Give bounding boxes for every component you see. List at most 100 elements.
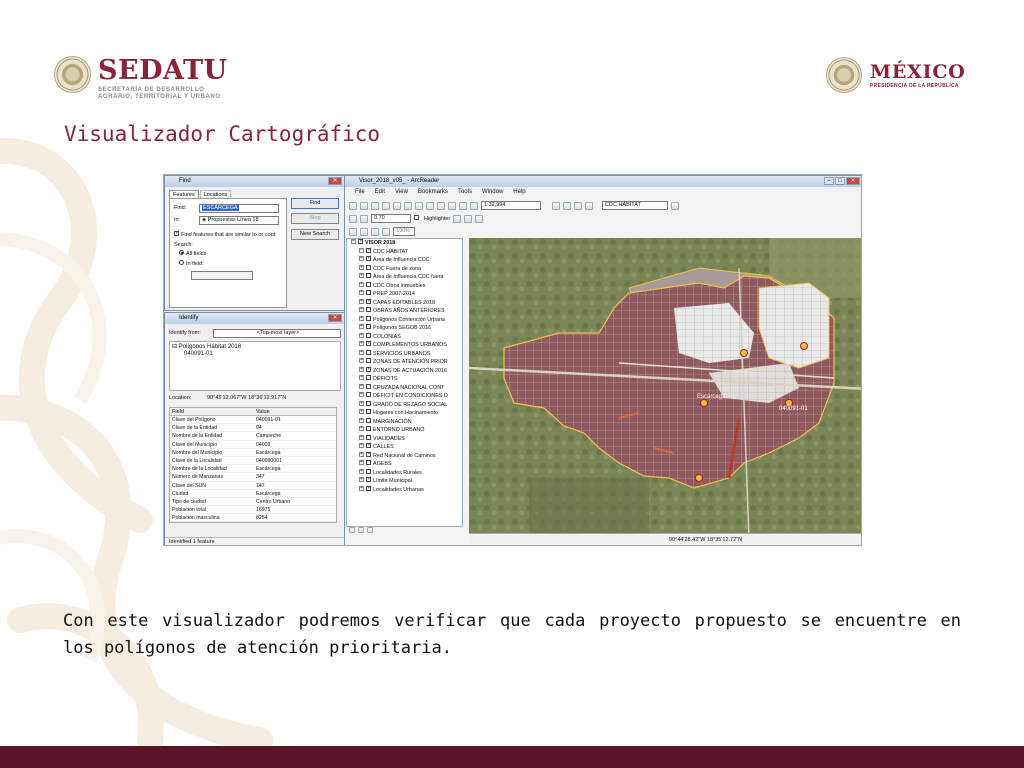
pen-icon[interactable] bbox=[349, 214, 357, 223]
layer-visibility-checkbox[interactable] bbox=[366, 417, 371, 423]
layer-visibility-checkbox[interactable] bbox=[366, 450, 372, 458]
menu-window[interactable]: Window bbox=[482, 187, 503, 198]
line-color-icon[interactable] bbox=[360, 214, 368, 223]
open-icon[interactable] bbox=[349, 201, 357, 210]
find-icon[interactable] bbox=[563, 201, 571, 210]
toc-layer-item[interactable]: + PREP 2007-2014 bbox=[347, 290, 462, 299]
page-zoom-in-icon[interactable] bbox=[349, 227, 357, 236]
layer-visibility-checkbox[interactable] bbox=[358, 239, 364, 246]
layer-visibility-checkbox[interactable] bbox=[366, 307, 371, 313]
expand-icon[interactable]: + bbox=[359, 315, 364, 321]
layer-visibility-checkbox[interactable] bbox=[366, 441, 372, 450]
table-row[interactable]: Clave del Polígono 040091-01 bbox=[170, 416, 336, 425]
toc-layer-item[interactable]: + OBRAS AÑOS ANTERIORES bbox=[347, 307, 462, 316]
table-row[interactable]: Población total 16975 bbox=[170, 506, 336, 515]
zoom-percent-select[interactable]: 100% bbox=[393, 227, 415, 236]
toc-layer-item[interactable]: + COMPLEMENTOS URBANOS bbox=[347, 339, 462, 350]
expand-icon[interactable]: + bbox=[359, 307, 364, 313]
toc-layer-item[interactable]: + ZONAS DE ACTUACIÓN 2016 bbox=[347, 365, 462, 376]
toc-layer-item[interactable]: + CDC Fuera de zona bbox=[347, 264, 462, 274]
toc-layer-item[interactable]: + Polígonos SEGOB 2016 bbox=[347, 324, 462, 333]
table-row[interactable]: Clave del Municipio 04009 bbox=[170, 441, 336, 449]
erase-icon[interactable] bbox=[453, 214, 462, 223]
map-view[interactable]: Escárcega 040091-01 bbox=[469, 238, 861, 533]
toc-layer-item[interactable]: + CALLES bbox=[347, 441, 462, 452]
table-row[interactable]: Tipo de ciudad Centro Urbano bbox=[170, 498, 336, 507]
layer-visibility-checkbox[interactable] bbox=[366, 254, 372, 263]
layer-visibility-checkbox[interactable] bbox=[366, 468, 371, 474]
menu-tools[interactable]: Tools bbox=[458, 187, 472, 198]
print-icon[interactable] bbox=[360, 201, 368, 210]
toc-layer-item[interactable]: −VISOR 2018 bbox=[347, 239, 462, 248]
expand-icon[interactable]: + bbox=[359, 460, 364, 466]
toc-layer-item[interactable]: + AGEBS bbox=[347, 460, 462, 469]
in-select[interactable]: ◈ Propuestas Línea 18 bbox=[199, 216, 279, 225]
toc-layer-item[interactable]: + DÉFICITS bbox=[347, 375, 462, 384]
expand-icon[interactable]: + bbox=[359, 332, 364, 338]
layer-visibility-checkbox[interactable] bbox=[366, 264, 371, 270]
expand-icon[interactable]: + bbox=[359, 434, 364, 440]
layer-visibility-checkbox[interactable] bbox=[366, 281, 371, 287]
layer-visibility-checkbox[interactable] bbox=[366, 297, 372, 305]
expand-icon[interactable]: + bbox=[359, 298, 364, 304]
toc-layer-item[interactable]: + Red Nacional de Caminos bbox=[347, 450, 462, 461]
expand-icon[interactable]: + bbox=[359, 290, 364, 296]
layer-visibility-checkbox[interactable] bbox=[366, 349, 371, 355]
toc-layer-item[interactable]: + SERVICIOS URBANOS bbox=[347, 349, 462, 359]
toc-layer-item[interactable]: + CAPAS EDITABLES 2018 bbox=[347, 297, 462, 308]
expand-icon[interactable]: + bbox=[359, 426, 364, 432]
toc-layer-item[interactable]: + Polígonos Contención Urbana bbox=[347, 315, 462, 325]
layer-visibility-checkbox[interactable] bbox=[366, 434, 371, 440]
forward-extent-icon[interactable] bbox=[470, 201, 478, 210]
layer-tool-icon[interactable] bbox=[671, 201, 679, 210]
expand-icon[interactable]: + bbox=[359, 324, 364, 330]
layer-visibility-checkbox[interactable] bbox=[366, 409, 371, 415]
table-row[interactable]: Clave del SUN 147 bbox=[170, 482, 336, 490]
layer-visibility-checkbox[interactable] bbox=[366, 358, 371, 364]
identify-icon[interactable] bbox=[552, 201, 560, 210]
expand-icon[interactable]: + bbox=[359, 485, 364, 491]
identify-close-icon[interactable]: ✕ bbox=[328, 314, 342, 322]
pan-icon[interactable] bbox=[437, 201, 445, 210]
table-row[interactable]: Ciudad Escárcega bbox=[170, 490, 336, 498]
tree-parent[interactable]: ⊟ Polígonos Hábitat 2018 bbox=[170, 342, 340, 351]
identify-from-select[interactable]: <Top-most layer> bbox=[213, 329, 341, 338]
expand-icon[interactable]: + bbox=[359, 375, 364, 381]
layer-visibility-checkbox[interactable] bbox=[366, 426, 371, 432]
menu-bookmarks[interactable]: Bookmarks bbox=[418, 187, 448, 198]
layer-select[interactable]: CDC HÁBITAT bbox=[602, 201, 668, 210]
toc-layer-item[interactable]: + Localidades Rurales bbox=[347, 468, 462, 478]
menu-view[interactable]: View bbox=[395, 187, 408, 198]
layer-visibility-checkbox[interactable] bbox=[366, 246, 372, 254]
new-search-button[interactable]: New Search bbox=[291, 229, 339, 240]
close-icon[interactable]: ✕ bbox=[846, 177, 860, 185]
toc-layer-item[interactable]: + DÉFICIT EN CONDICIONES D bbox=[347, 392, 462, 401]
layer-visibility-checkbox[interactable] bbox=[366, 290, 371, 296]
layer-visibility-checkbox[interactable] bbox=[366, 273, 371, 279]
expand-icon[interactable]: + bbox=[359, 417, 364, 423]
toc-layer-item[interactable]: + Límite Municipal bbox=[347, 475, 462, 486]
table-row[interactable]: Nombre de la Localidad Escárcega bbox=[170, 465, 336, 474]
layer-visibility-checkbox[interactable] bbox=[366, 365, 372, 373]
table-row[interactable]: Clave de la Entidad 04 bbox=[170, 424, 336, 433]
expand-icon[interactable]: + bbox=[359, 281, 364, 287]
layer-visibility-checkbox[interactable] bbox=[366, 392, 371, 398]
marker-icon[interactable] bbox=[475, 214, 484, 223]
expand-icon[interactable]: + bbox=[359, 358, 364, 364]
expand-icon[interactable]: + bbox=[359, 400, 364, 406]
toc-layer-item[interactable]: + Localidades Urbanas bbox=[347, 484, 462, 495]
find-input[interactable]: ESCÁRCEGA bbox=[199, 204, 279, 213]
back-extent-icon[interactable] bbox=[459, 201, 467, 210]
full-extent-icon[interactable] bbox=[448, 201, 456, 210]
layer-visibility-checkbox[interactable] bbox=[366, 484, 372, 492]
toc-layer-item[interactable]: + CRUZADA NACIONAL CONT bbox=[347, 383, 462, 393]
page-pan-icon[interactable] bbox=[371, 227, 379, 236]
table-row[interactable]: Clave de la Localidad 040090001 bbox=[170, 457, 336, 466]
toc-layer-item[interactable]: + GRADO DE REZAGO SOCIAL bbox=[347, 400, 462, 410]
layer-visibility-checkbox[interactable] bbox=[366, 332, 371, 338]
highlighter-checkbox[interactable] bbox=[414, 215, 419, 220]
zoom-in-icon[interactable] bbox=[393, 201, 401, 210]
expand-icon[interactable]: + bbox=[359, 451, 364, 457]
fixed-zoom-out-icon[interactable] bbox=[426, 201, 434, 210]
expand-icon[interactable]: + bbox=[359, 477, 364, 483]
